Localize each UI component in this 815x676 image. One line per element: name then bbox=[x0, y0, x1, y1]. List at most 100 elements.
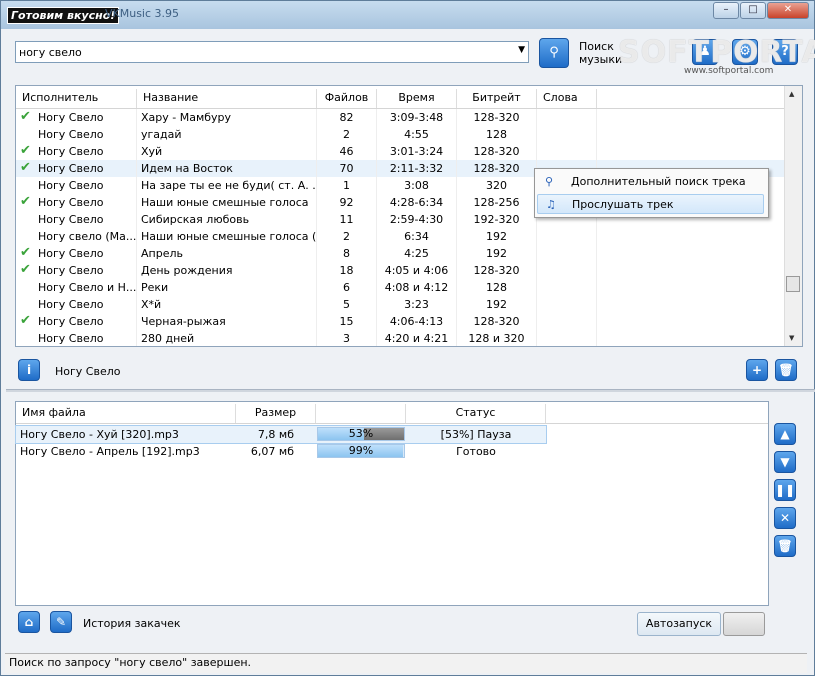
plus-icon: + bbox=[751, 363, 763, 377]
cell-time: 3:23 bbox=[377, 296, 457, 313]
cell-files: 92 bbox=[317, 194, 377, 211]
scroll-thumb[interactable] bbox=[786, 276, 800, 292]
search-input[interactable]: ногу свело ▼ bbox=[15, 41, 529, 63]
list-item[interactable]: Ногу Свело - Апрель [192].mp3 6,07 мб 99% Г… bbox=[16, 443, 768, 460]
cell-files: 46 bbox=[317, 143, 377, 160]
table-row[interactable]: Ногу Свело 280 дней 3 4:20 и 4:21 128 и 320 bbox=[16, 330, 786, 346]
cell-files: 5 bbox=[317, 296, 377, 313]
window-title: VKMusic 3.95 bbox=[105, 7, 180, 20]
cell-artist: ✔ Ногу Свело bbox=[16, 245, 137, 262]
status-text: [53%] Пауза bbox=[440, 428, 512, 441]
table-row[interactable]: Ногу Свело и Н... Реки 6 4:08 и 4:12 128 bbox=[16, 279, 786, 296]
col-files[interactable]: Файлов bbox=[317, 89, 377, 108]
col-progress[interactable] bbox=[316, 404, 406, 423]
cell-artist: Ногу Свело и Н... bbox=[16, 279, 137, 296]
table-row[interactable]: ✔ Ногу Свело День рождения 18 4:05 и 4:06 128… bbox=[16, 262, 786, 279]
cell-title: Хару - Мамбуру bbox=[137, 109, 317, 126]
move-up-button[interactable]: ▲ bbox=[774, 423, 796, 445]
trash-icon: 🗑 bbox=[778, 363, 794, 377]
col-filename[interactable]: Имя файла bbox=[16, 404, 236, 423]
col-title[interactable]: Название bbox=[137, 89, 317, 108]
table-row[interactable]: Ногу Свело Х*й 5 3:23 192 bbox=[16, 296, 786, 313]
cell-bitrate: 192-320 bbox=[457, 211, 537, 228]
table-row[interactable]: ✔ Ногу Свело Хуй 46 3:01-3:24 128-320 bbox=[16, 143, 786, 160]
cell-time: 4:08 и 4:12 bbox=[377, 279, 457, 296]
status-bar: Поиск по запросу "ногу свело" завершен. bbox=[5, 653, 807, 673]
artist-text: Ногу Свело bbox=[38, 298, 104, 311]
cell-title: Сибирская любовь bbox=[137, 211, 317, 228]
cell-title: 280 дней bbox=[137, 330, 317, 346]
col-status[interactable]: Статус bbox=[406, 404, 546, 423]
cell-time: 4:25 bbox=[377, 245, 457, 262]
history-button[interactable]: ✎ bbox=[50, 611, 72, 633]
col-bitrate[interactable]: Битрейт bbox=[457, 89, 537, 108]
title-bar: Готовим вкусно! VKMusic 3.95 – □ ✕ bbox=[1, 1, 814, 29]
col-lyrics[interactable]: Слова bbox=[537, 89, 597, 108]
cell-artist: Ногу Свело bbox=[16, 330, 137, 346]
scroll-up-icon[interactable]: ▲ bbox=[789, 90, 794, 98]
col-time[interactable]: Время bbox=[377, 89, 457, 108]
cell-bitrate: 128-320 bbox=[457, 109, 537, 126]
autostart-toggle[interactable] bbox=[723, 612, 765, 636]
menu-item-label: Прослушать трек bbox=[572, 198, 674, 211]
search-button[interactable]: ⚲ bbox=[539, 38, 569, 68]
info-button[interactable]: i bbox=[18, 359, 40, 381]
table-row[interactable]: ✔ Ногу Свело Черная-рыжая 15 4:06-4:13 128-32… bbox=[16, 313, 786, 330]
chevron-down-icon[interactable]: ▼ bbox=[518, 45, 525, 55]
remove-button[interactable]: 🗑 bbox=[774, 535, 796, 557]
move-down-button[interactable]: ▼ bbox=[774, 451, 796, 473]
cell-files: 18 bbox=[317, 262, 377, 279]
table-row[interactable]: ✔ Ногу Свело Хару - Мамбуру 82 3:09-3:48 128-… bbox=[16, 109, 786, 126]
artist-text: Ногу Свело bbox=[38, 264, 104, 277]
checkmark-icon: ✔ bbox=[20, 160, 31, 175]
checkmark-icon: ✔ bbox=[20, 245, 31, 260]
cancel-button[interactable]: ✕ bbox=[774, 507, 796, 529]
artist-text: Ногу Свело bbox=[38, 162, 104, 175]
cell-title: Идем на Восток bbox=[137, 160, 317, 177]
search-icon: ⚲ bbox=[549, 45, 559, 60]
col-size[interactable]: Размер bbox=[236, 404, 316, 423]
progress-label: 99% bbox=[348, 444, 374, 457]
delete-button[interactable]: 🗑 bbox=[775, 359, 797, 381]
cell-bitrate: 192 bbox=[457, 245, 537, 262]
cell-artist: Ногу Свело bbox=[16, 211, 137, 228]
list-item[interactable]: Ногу Свело - Хуй [320].mp3 7,8 мб 53% [53%]… bbox=[15, 425, 547, 444]
home-button[interactable]: ⌂ bbox=[18, 611, 40, 633]
close-icon: ✕ bbox=[779, 511, 791, 525]
cell-title: Хуй bbox=[137, 143, 317, 160]
file-name: Ногу Свело - Апрель [192].mp3 bbox=[20, 445, 200, 458]
autostart-button[interactable]: Автозапуск bbox=[637, 612, 721, 636]
menu-item-listen[interactable]: ♫ Прослушать трек bbox=[537, 194, 764, 214]
table-row[interactable]: Ногу свело (Ма... Наши юные смешные голос… bbox=[16, 228, 786, 245]
selected-artist: Ногу Свело bbox=[55, 365, 121, 378]
context-menu: ⚲ Дополнительный поиск трека ♫ Прослушат… bbox=[534, 168, 769, 218]
minimize-button[interactable]: – bbox=[713, 2, 739, 19]
cell-artist: ✔ Ногу Свело bbox=[16, 313, 137, 330]
cell-title: Черная-рыжая bbox=[137, 313, 317, 330]
maximize-button[interactable]: □ bbox=[740, 2, 766, 19]
menu-item-extra-search[interactable]: ⚲ Дополнительный поиск трека bbox=[537, 172, 764, 192]
track-table-header: Исполнитель Название Файлов Время Битрей… bbox=[16, 89, 786, 109]
table-row[interactable]: Ногу Свело угадай 2 4:55 128 bbox=[16, 126, 786, 143]
artist-text: Ногу Свело bbox=[38, 179, 104, 192]
checkmark-icon: ✔ bbox=[20, 262, 31, 277]
add-button[interactable]: + bbox=[746, 359, 768, 381]
artist-text: Ногу Свело bbox=[38, 247, 104, 260]
cell-time: 3:09-3:48 bbox=[377, 109, 457, 126]
download-table: Имя файла Размер Статус Ногу Свело - Хуй… bbox=[15, 401, 769, 606]
close-button[interactable]: ✕ bbox=[767, 2, 809, 19]
pause-button[interactable]: ❚❚ bbox=[774, 479, 796, 501]
col-artist[interactable]: Исполнитель bbox=[16, 89, 137, 108]
cell-artist: Ногу Свело bbox=[16, 177, 137, 194]
track-scrollbar[interactable]: ▲ ▼ bbox=[784, 86, 802, 346]
cell-title: На заре ты ее не буди( ст. А. ... bbox=[137, 177, 317, 194]
cell-time: 4:06-4:13 bbox=[377, 313, 457, 330]
table-row[interactable]: ✔ Ногу Свело Апрель 8 4:25 192 bbox=[16, 245, 786, 262]
scroll-down-icon[interactable]: ▼ bbox=[789, 334, 794, 342]
cell-artist: ✔ Ногу Свело bbox=[16, 143, 137, 160]
cell-title: Х*й bbox=[137, 296, 317, 313]
cell-lyrics bbox=[537, 279, 597, 296]
cell-bitrate: 128 bbox=[457, 126, 537, 143]
cell-bitrate: 128-320 bbox=[457, 313, 537, 330]
checkmark-icon: ✔ bbox=[20, 313, 31, 328]
